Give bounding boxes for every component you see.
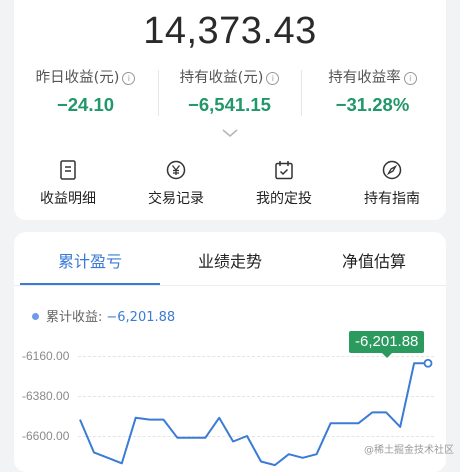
metric-yesterday: 昨日收益(元) i −24.10 <box>14 66 157 116</box>
calendar-check-icon <box>275 161 293 180</box>
compass-icon <box>382 160 402 180</box>
yen-circle-icon <box>166 160 186 180</box>
action-my-plan[interactable]: 我的定投 <box>230 160 338 208</box>
metric-label: 昨日收益(元) <box>35 70 120 86</box>
watermark: @稀土掘金技术社区 <box>364 445 454 456</box>
action-profit-detail[interactable]: 收益明细 <box>14 160 122 208</box>
action-label: 交易记录 <box>148 191 204 207</box>
metric-label: 持有收益(元) <box>179 70 264 86</box>
action-label: 持有指南 <box>364 191 420 207</box>
metric-value: −6,541.15 <box>188 94 271 115</box>
info-icon[interactable]: i <box>122 72 136 85</box>
data-point[interactable] <box>423 358 433 368</box>
action-holding-guide[interactable]: 持有指南 <box>338 160 446 208</box>
metric-holding-rate: 持有收益率 i −31.28% <box>301 66 444 116</box>
chevron-down-icon[interactable] <box>222 128 238 138</box>
total-assets: 14,373.43 <box>143 10 317 52</box>
chart-card: 累计盈亏 业绩走势 净值估算 累计收益: −6,201.88 -6160.00 -… <box>14 232 446 472</box>
metric-value: −31.28% <box>335 94 410 115</box>
metric-holding-profit: 持有收益(元) i −6,541.15 <box>158 66 301 116</box>
info-icon[interactable]: i <box>266 72 280 85</box>
value-tooltip: -6,201.88 <box>349 331 425 358</box>
info-icon[interactable]: i <box>403 72 417 85</box>
document-icon <box>60 160 76 180</box>
action-label: 我的定投 <box>256 191 312 207</box>
metric-value: −24.10 <box>56 94 115 115</box>
action-label: 收益明细 <box>40 191 96 207</box>
metric-label: 持有收益率 <box>328 70 401 86</box>
action-trade-records[interactable]: 交易记录 <box>122 160 230 208</box>
